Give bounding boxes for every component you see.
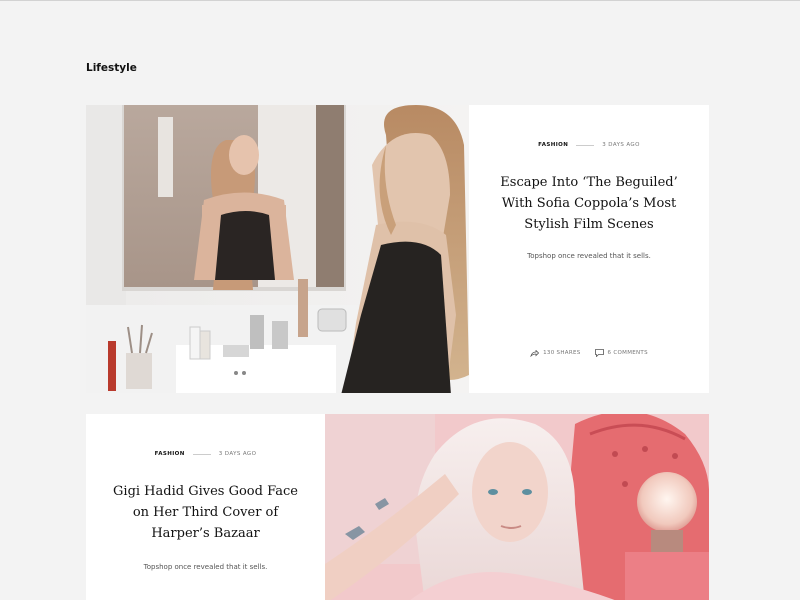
comments-button[interactable]: 6 COMMENTS — [594, 349, 648, 357]
comment-count: 6 COMMENTS — [607, 350, 648, 356]
time-ago: 3 days ago — [218, 451, 257, 457]
meta-divider — [576, 144, 595, 146]
blonde-woman-photo — [325, 414, 709, 600]
article-card[interactable]: Fashion 3 days ago Escape Into ‘The Begu… — [86, 105, 709, 393]
article-image[interactable] — [86, 105, 469, 393]
article-image[interactable] — [325, 414, 709, 600]
meta-divider — [192, 453, 211, 455]
article-meta: Fashion 3 days ago — [538, 142, 640, 148]
article-title[interactable]: Gigi Hadid Gives Good Face on Her Third … — [86, 481, 325, 544]
section-title: Lifestyle — [86, 62, 137, 74]
article-actions: 130 SHARES 6 COMMENTS — [469, 349, 709, 357]
category-link[interactable]: Fashion — [155, 451, 185, 457]
share-button[interactable]: 130 SHARES — [530, 349, 580, 357]
article-excerpt: Topshop once revealed that it sells. — [527, 252, 651, 260]
share-icon — [530, 349, 540, 357]
article-card[interactable]: Fashion 3 days ago Gigi Hadid Gives Good… — [86, 414, 709, 600]
woman-mirror-photo — [86, 105, 469, 393]
article-meta: Fashion 3 days ago — [155, 451, 257, 457]
article-title[interactable]: Escape Into ‘The Beguiled’ With Sofia Co… — [469, 172, 709, 235]
article-excerpt: Topshop once revealed that it sells. — [143, 563, 268, 571]
share-count: 130 SHARES — [543, 350, 581, 356]
category-link[interactable]: Fashion — [538, 142, 568, 148]
comment-icon — [594, 349, 604, 357]
time-ago: 3 days ago — [602, 142, 640, 148]
